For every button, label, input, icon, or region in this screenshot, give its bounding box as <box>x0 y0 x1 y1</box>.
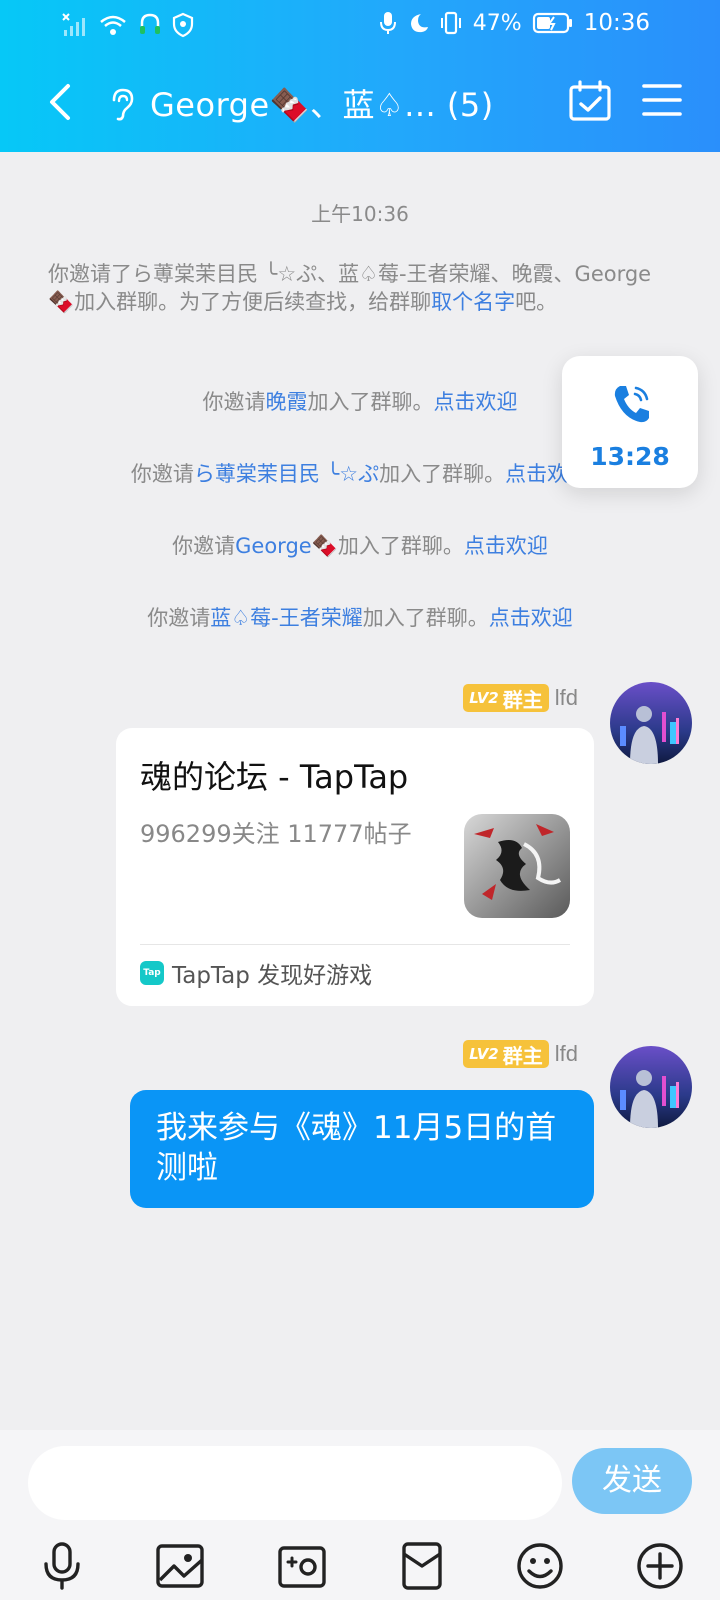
welcome-link[interactable]: 点击欢迎 <box>434 390 518 414</box>
share-card[interactable]: 魂的论坛 - TapTap 996299关注 11777帖子 Tap TapTa… <box>116 728 594 1006</box>
vibrate-icon <box>440 11 461 35</box>
sender-info: LV2 群主 lfd <box>463 1040 578 1068</box>
game-icon <box>464 814 570 918</box>
card-source-text: TapTap 发现好游戏 <box>172 963 373 989</box>
system-text: 加入了群聊。 <box>379 462 506 486</box>
card-description: 996299关注 11777帖子 <box>140 820 412 848</box>
level-badge: LV2 群主 <box>463 684 549 712</box>
taptap-logo-icon: Tap <box>140 961 164 985</box>
sender-name: lfd <box>554 685 578 710</box>
member-link[interactable]: George🍫 <box>235 534 338 558</box>
chat-area[interactable]: 上午10:36 你邀请了ら蒪棠茉目民 ╰☆ぷ、蓝♤莓-王者荣耀、晚霞、Georg… <box>0 152 720 1430</box>
member-link[interactable]: ら蒪棠茉目民 ╰☆ぷ <box>194 462 379 486</box>
level-text: LV2 <box>469 1045 499 1063</box>
status-time: 10:36 <box>583 10 650 36</box>
timestamp: 上午10:36 <box>311 202 409 226</box>
system-text: 加入了群聊。 <box>337 534 464 558</box>
signal-icon <box>62 13 85 36</box>
role-text: 群主 <box>502 1043 543 1068</box>
role-text: 群主 <box>502 687 543 712</box>
member-link[interactable]: 蓝♤莓-王者荣耀 <box>210 606 362 630</box>
red-packet-icon[interactable] <box>396 1540 448 1592</box>
toolbar <box>0 1540 720 1596</box>
phone-call-icon <box>614 386 649 423</box>
image-icon[interactable] <box>154 1540 206 1592</box>
system-message: 你邀请蓝♤莓-王者荣耀加入了群聊。点击欢迎 <box>0 604 720 632</box>
welcome-link[interactable]: 点击欢迎 <box>464 534 548 558</box>
wifi-icon <box>100 15 126 35</box>
welcome-link[interactable]: 点击欢迎 <box>489 606 573 630</box>
status-bar: 47% 10:36 <box>0 0 720 52</box>
headset-icon <box>140 13 160 34</box>
header: 47% 10:36 George🍫、蓝♤... (5) <box>0 0 720 152</box>
battery-icon <box>532 12 572 34</box>
sender-info: LV2 群主 lfd <box>463 684 578 712</box>
avatar[interactable] <box>610 682 692 764</box>
send-button[interactable]: 发送 <box>572 1448 692 1514</box>
name-group-link[interactable]: 取个名字 <box>431 290 515 314</box>
ear-icon <box>112 88 134 121</box>
shield-icon <box>172 12 194 38</box>
card-title: 魂的论坛 - TapTap <box>140 758 409 796</box>
system-text: 你邀请了ら蒪棠茉目民 ╰☆ぷ、蓝♤莓-王者荣耀、晚霞、George🍫加入群聊。为… <box>48 262 652 314</box>
avatar[interactable] <box>610 1046 692 1128</box>
emoji-icon[interactable] <box>514 1540 566 1592</box>
message-bubble[interactable]: 我来参与《魂》11月5日的首测啦 <box>130 1090 594 1208</box>
call-duration: 13:28 <box>590 442 670 471</box>
system-text: 你邀请 <box>147 606 211 630</box>
system-message: 你邀请George🍫加入了群聊。点击欢迎 <box>0 532 720 560</box>
battery-percent: 47% <box>472 10 522 36</box>
floating-call-widget[interactable]: 13:28 <box>562 356 698 488</box>
chat-title[interactable]: George🍫、蓝♤... (5) <box>150 80 494 126</box>
level-text: LV2 <box>469 689 499 707</box>
card-source: Tap TapTap 发现好游戏 <box>140 956 372 990</box>
back-icon[interactable] <box>40 80 80 124</box>
system-text: 吧。 <box>515 290 558 314</box>
system-message-invite: 你邀请了ら蒪棠茉目民 ╰☆ぷ、蓝♤莓-王者荣耀、晚霞、George🍫加入群聊。为… <box>48 260 668 316</box>
mic-icon[interactable] <box>36 1540 88 1592</box>
system-text: 加入了群聊。 <box>362 606 489 630</box>
input-panel: 发送 <box>0 1430 720 1600</box>
nav-bar: George🍫、蓝♤... (5) <box>0 66 720 140</box>
member-link[interactable]: 晚霞 <box>266 390 308 414</box>
card-divider <box>140 944 570 945</box>
system-text: 你邀请 <box>172 534 236 558</box>
calendar-check-icon[interactable] <box>568 80 612 122</box>
sender-name: lfd <box>554 1041 578 1066</box>
camera-icon[interactable] <box>276 1540 328 1592</box>
mic-status-icon <box>379 12 396 34</box>
moon-icon <box>410 14 428 33</box>
system-text: 你邀请 <box>130 462 194 486</box>
menu-icon[interactable] <box>642 82 682 118</box>
message-input[interactable] <box>28 1446 562 1520</box>
level-badge: LV2 群主 <box>463 1040 549 1068</box>
system-text: 加入了群聊。 <box>307 390 434 414</box>
system-text: 你邀请 <box>202 390 266 414</box>
plus-icon[interactable] <box>634 1540 686 1592</box>
